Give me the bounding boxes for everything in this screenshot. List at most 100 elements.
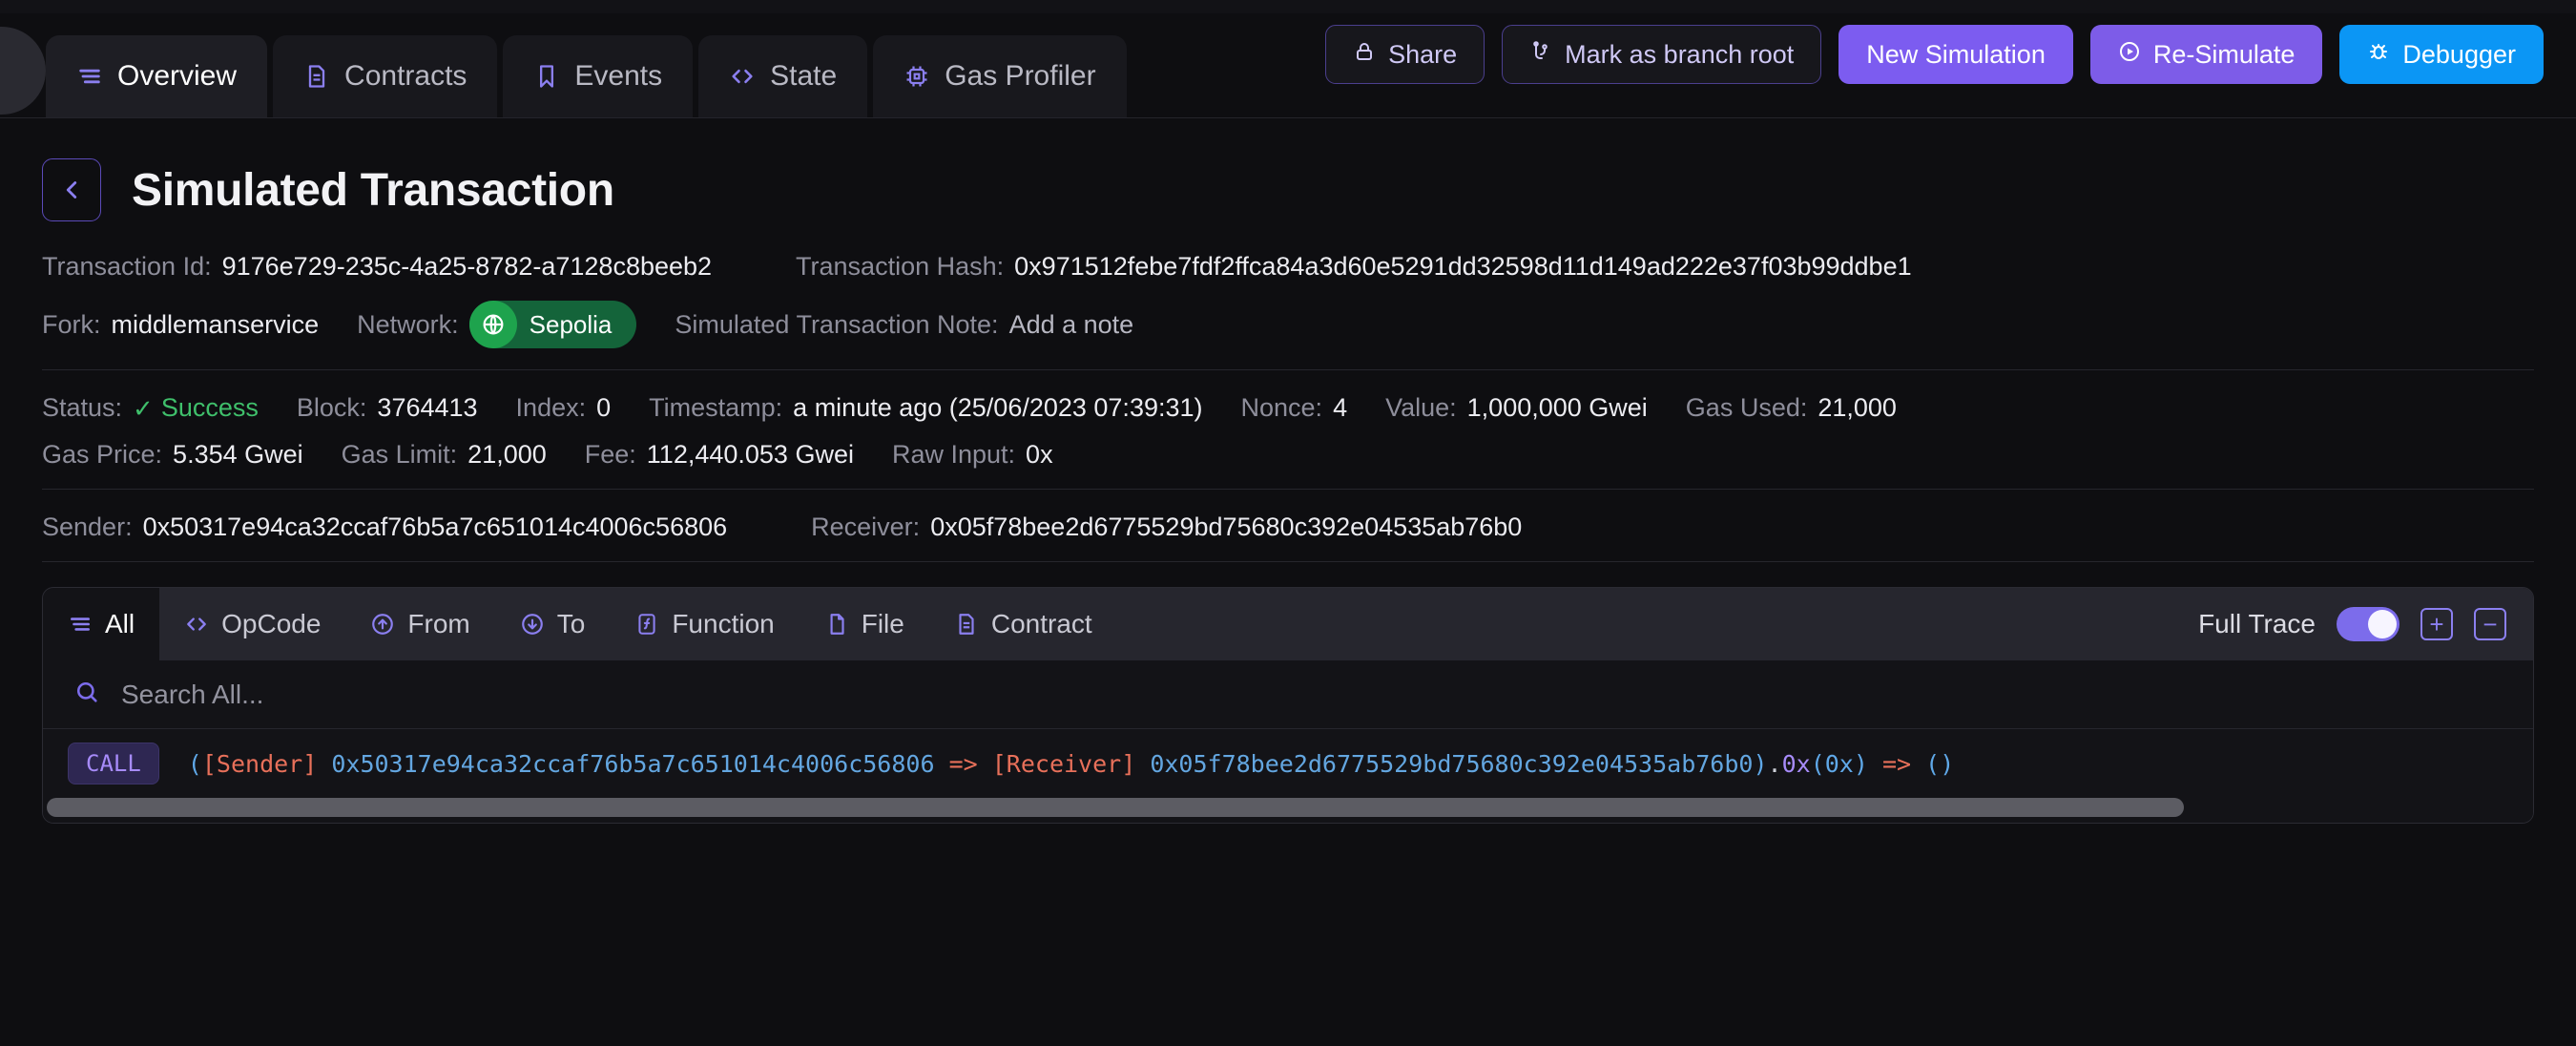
branch-icon	[1529, 40, 1552, 70]
status-label: Status:	[42, 393, 123, 422]
trace-row[interactable]: CALL ([Sender] 0x50317e94ca32ccaf76b5a7c…	[43, 743, 2533, 798]
main-tab-list: Overview Contracts Events State Gas Prof…	[46, 12, 1127, 117]
scrollbar-thumb[interactable]	[47, 798, 2184, 817]
trace-tab-function-label: Function	[672, 609, 775, 638]
trace-tab-opcode[interactable]: OpCode	[159, 588, 345, 660]
trace-tab-function[interactable]: Function	[610, 588, 799, 660]
raw-input-value: 0x	[1026, 440, 1053, 469]
trace-arrow: =>	[948, 749, 978, 778]
tab-gas-profiler[interactable]: Gas Profiler	[873, 35, 1127, 117]
network-badge[interactable]: Sepolia	[468, 301, 637, 348]
trace-tab-opcode-label: OpCode	[221, 609, 322, 638]
debugger-button[interactable]: Debugger	[2339, 25, 2544, 84]
trace-tab-all-label: All	[105, 609, 135, 638]
trace-to-tag: [Receiver]	[991, 749, 1136, 778]
trace-search-bar[interactable]: Search All...	[43, 660, 2533, 729]
arrow-left-icon	[66, 181, 77, 199]
expand-all-button[interactable]: +	[2420, 608, 2453, 640]
full-trace-toggle[interactable]	[2337, 607, 2399, 641]
tab-state-label: State	[770, 60, 838, 92]
trace-tab-from[interactable]: From	[345, 588, 494, 660]
sender-label: Sender:	[42, 513, 133, 541]
meta-row-fork-network: Fork: middlemanservice Network: Sepolia …	[42, 301, 2534, 348]
trace-return-arrow: =>	[1881, 749, 1912, 778]
file-text-icon	[954, 612, 979, 637]
sender-value[interactable]: 0x50317e94ca32ccaf76b5a7c651014c4006c568…	[143, 514, 728, 540]
block-value[interactable]: 3764413	[377, 395, 477, 421]
gas-used-value: 21,000	[1818, 393, 1897, 422]
timestamp-label: Timestamp:	[649, 393, 783, 422]
transaction-id-label: Transaction Id:	[42, 252, 212, 281]
trace-tab-file-label: File	[861, 609, 904, 638]
transaction-id-value[interactable]: 9176e729-235c-4a25-8782-a7128c8beeb2	[222, 254, 712, 280]
fork-value[interactable]: middlemanservice	[112, 311, 320, 338]
fork-label: Fork:	[42, 309, 101, 339]
collapse-all-button[interactable]: −	[2474, 608, 2506, 640]
bug-icon	[2367, 40, 2390, 70]
new-simulation-label: New Simulation	[1866, 39, 2046, 69]
search-input[interactable]: Search All...	[121, 680, 263, 710]
meta-row-ids: Transaction Id: 9176e729-235c-4a25-8782-…	[42, 254, 2534, 280]
tab-overview-label: Overview	[117, 60, 238, 92]
index-label: Index:	[515, 393, 587, 422]
trace-from-address[interactable]: 0x50317e94ca32ccaf76b5a7c651014c4006c568…	[331, 750, 934, 778]
full-trace-label: Full Trace	[2198, 609, 2316, 638]
top-navigation-bar: Overview Contracts Events State Gas Prof…	[0, 0, 2576, 118]
trace-open-paren: (	[187, 749, 202, 778]
tab-contracts[interactable]: Contracts	[273, 35, 498, 117]
chip-icon	[904, 63, 930, 90]
share-button[interactable]: Share	[1325, 25, 1485, 84]
transaction-hash-value[interactable]: 0x971512febe7fdf2ffca84a3d60e5291dd32598…	[1014, 254, 1911, 280]
function-icon	[634, 612, 659, 637]
page-title: Simulated Transaction	[132, 164, 614, 216]
trace-to-address[interactable]: 0x05f78bee2d6775529bd75680c392e04535ab76…	[1150, 750, 1753, 778]
topbar-strip	[0, 0, 2576, 13]
trace-tab-from-label: From	[407, 609, 470, 638]
trace-tab-all[interactable]: All	[43, 588, 160, 660]
code-brackets-icon	[729, 63, 756, 90]
nonce-label: Nonce:	[1240, 393, 1323, 422]
meta-row-parties: Sender: 0x50317e94ca32ccaf76b5a7c651014c…	[42, 514, 2534, 540]
header-actions: Share Mark as branch root New Simulation…	[1325, 25, 2544, 84]
value-label: Value:	[1385, 393, 1457, 422]
add-note-link[interactable]: Add a note	[1009, 311, 1134, 338]
index-value: 0	[596, 393, 612, 422]
trace-tab-to[interactable]: To	[495, 588, 611, 660]
receiver-value[interactable]: 0x05f78bee2d6775529bd75680c392e04535ab76…	[930, 514, 1522, 540]
workspace-avatar[interactable]	[0, 27, 46, 115]
gas-price-label: Gas Price:	[42, 440, 163, 469]
transaction-meta: Transaction Id: 9176e729-235c-4a25-8782-…	[42, 221, 2534, 562]
trace-horizontal-scrollbar[interactable]	[43, 798, 2533, 823]
network-label: Network:	[357, 309, 459, 339]
gas-limit-label: Gas Limit:	[341, 440, 458, 469]
fee-label: Fee:	[584, 440, 636, 469]
tab-contracts-label: Contracts	[344, 60, 467, 92]
tab-events[interactable]: Events	[503, 35, 694, 117]
receiver-label: Receiver:	[811, 513, 921, 541]
re-simulate-button[interactable]: Re-Simulate	[2089, 25, 2323, 84]
tab-events-label: Events	[574, 60, 663, 92]
gas-limit-value: 21,000	[467, 440, 547, 469]
trace-tab-contract[interactable]: Contract	[929, 588, 1117, 660]
meta-divider-2	[42, 489, 2534, 490]
nonce-value: 4	[1333, 393, 1348, 422]
re-simulate-label: Re-Simulate	[2152, 39, 2296, 69]
trace-close-paren: )	[1753, 749, 1768, 778]
back-button[interactable]	[42, 158, 101, 221]
trace-tab-contract-label: Contract	[990, 609, 1092, 638]
trace-function-name[interactable]: 0x	[1782, 750, 1811, 778]
main-content: Simulated Transaction Transaction Id: 91…	[0, 118, 2576, 824]
trace-tab-file[interactable]: File	[800, 588, 929, 660]
tab-overview[interactable]: Overview	[46, 35, 268, 117]
tab-state[interactable]: State	[698, 35, 868, 117]
new-simulation-button[interactable]: New Simulation	[1839, 25, 2073, 84]
mark-as-branch-root-button[interactable]: Mark as branch root	[1502, 25, 1822, 84]
meta-divider-3	[42, 561, 2534, 562]
trace-from-tag: [Sender]	[201, 749, 318, 778]
lock-icon	[1353, 40, 1376, 70]
page-header: Simulated Transaction	[42, 118, 2534, 221]
arrow-down-circle-icon	[520, 612, 545, 637]
call-type-badge[interactable]: CALL	[68, 743, 159, 784]
gas-used-label: Gas Used:	[1685, 393, 1808, 422]
meta-divider-1	[42, 369, 2534, 370]
